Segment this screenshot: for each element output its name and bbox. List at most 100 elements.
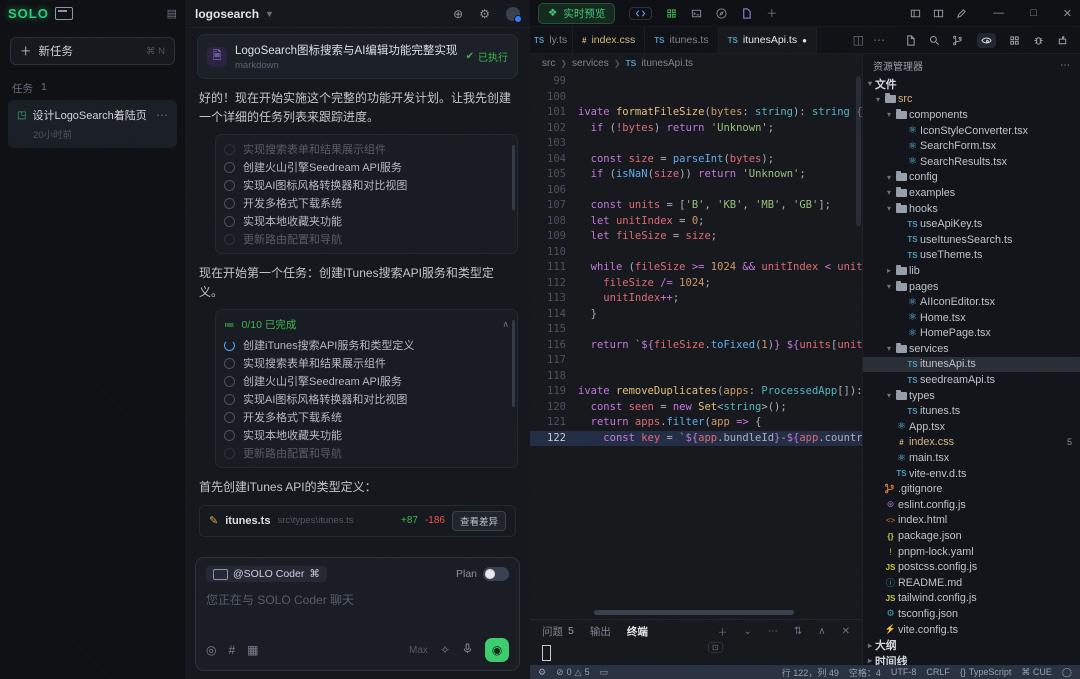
- conversation-title[interactable]: logosearch: [195, 7, 259, 21]
- mic-icon[interactable]: [462, 643, 473, 657]
- robot-icon[interactable]: [1057, 35, 1068, 46]
- grid-icon[interactable]: [1009, 35, 1020, 46]
- bug-icon[interactable]: [1033, 35, 1044, 46]
- encoding[interactable]: UTF-8: [891, 667, 917, 677]
- artifact-card[interactable]: 🗎 LogoSearch图标搜索与AI编辑功能完整实现方案 markdown ✔…: [197, 34, 518, 79]
- sparkle-icon[interactable]: ✧: [440, 643, 450, 657]
- tree-item-pnpm-lock.yaml[interactable]: !pnpm-lock.yaml: [863, 544, 1080, 560]
- tree-item-examples[interactable]: ▾examples: [863, 185, 1080, 201]
- pen-icon[interactable]: [956, 8, 967, 19]
- tree-item-index.css[interactable]: #index.css5: [863, 435, 1080, 451]
- tree-item-package.json[interactable]: {}package.json: [863, 528, 1080, 544]
- chat-scroll-area[interactable]: 🗎 LogoSearch图标搜索与AI编辑功能完整实现方案 markdown ✔…: [185, 28, 530, 549]
- remote-icon[interactable]: ⚙: [538, 667, 546, 678]
- terminal-view[interactable]: ⊡: [530, 642, 862, 666]
- tree-item-tsconfig.json[interactable]: ⚙tsconfig.json: [863, 606, 1080, 622]
- tree-item-postcss.config.js[interactable]: JSpostcss.config.js: [863, 559, 1080, 575]
- hash-icon[interactable]: #: [228, 643, 235, 657]
- cursor-position[interactable]: 行 122，列 49: [782, 666, 839, 679]
- more-actions-icon[interactable]: ⋯: [873, 33, 885, 47]
- tree-item-index.html[interactable]: <>index.html: [863, 513, 1080, 529]
- breadcrumb[interactable]: src❯services❯TSitunesApi.ts: [530, 54, 862, 72]
- tree-item-App.tsx[interactable]: ⚛App.tsx: [863, 419, 1080, 435]
- new-task-button[interactable]: ＋ 新任务 ⌘ N: [10, 37, 175, 65]
- tree-item-pages[interactable]: ▾pages: [863, 279, 1080, 295]
- tree-item-.gitignore[interactable]: .gitignore: [863, 481, 1080, 497]
- card-scrollbar[interactable]: [512, 320, 515, 406]
- maximize-button[interactable]: □: [1030, 7, 1037, 19]
- panel-tab-终端[interactable]: 终端: [627, 624, 648, 639]
- git-branch-icon[interactable]: [953, 35, 964, 46]
- ports-icon[interactable]: ▭: [600, 667, 609, 678]
- tree-item-vite-env.d.ts[interactable]: TSvite-env.d.ts: [863, 466, 1080, 482]
- tree-item-config[interactable]: ▾config: [863, 170, 1080, 186]
- stop-send-button[interactable]: ◉: [485, 638, 509, 662]
- new-chat-icon[interactable]: ⊕: [453, 7, 463, 21]
- editor-tab-itunesApi.ts[interactable]: TSitunesApi.ts●: [719, 27, 817, 53]
- collapse-sidebar-icon[interactable]: ▤: [167, 7, 177, 20]
- panel-handle-icon[interactable]: ⊡: [708, 642, 723, 653]
- chat-input-placeholder[interactable]: 您正在与 SOLO Coder 聊天: [206, 591, 509, 638]
- tree-item-文件[interactable]: ▾文件: [863, 76, 1080, 92]
- close-button[interactable]: ✕: [1063, 7, 1072, 20]
- tree-item-services[interactable]: ▾services: [863, 341, 1080, 357]
- plan-toggle[interactable]: [483, 567, 509, 581]
- tree-item-components[interactable]: ▾components: [863, 107, 1080, 123]
- agent-chip[interactable]: @SOLO Coder ⌘: [206, 566, 327, 582]
- dropdown-icon[interactable]: ⌄: [744, 626, 752, 637]
- bell-icon[interactable]: ◯: [1062, 667, 1072, 678]
- more-icon[interactable]: ⋯: [768, 626, 778, 637]
- close-panel-icon[interactable]: ✕: [842, 626, 850, 637]
- split-editor-icon[interactable]: ◫: [853, 33, 864, 47]
- breadcrumb-item[interactable]: src: [542, 58, 555, 69]
- tree-item-seedreamApi.ts[interactable]: TSseedreamApi.ts: [863, 372, 1080, 388]
- tree-item-大纲[interactable]: ▸大纲: [863, 637, 1080, 653]
- tree-item-AIIconEditor.tsx[interactable]: ⚛AIIconEditor.tsx: [863, 294, 1080, 310]
- layout-split-icon[interactable]: [933, 8, 944, 19]
- indentation[interactable]: 空格：4: [849, 666, 881, 679]
- file-purple-icon[interactable]: [741, 8, 752, 19]
- editor-tab-itunes.ts[interactable]: TSitunes.ts: [645, 27, 718, 53]
- max-mode-label[interactable]: Max: [409, 645, 428, 656]
- image-attach-icon[interactable]: ▦: [247, 643, 258, 657]
- breadcrumb-item[interactable]: services: [572, 58, 609, 69]
- layout-icon[interactable]: [910, 8, 921, 19]
- breadcrumb-item[interactable]: itunesApi.ts: [641, 58, 693, 69]
- cue-shortcut[interactable]: ⌘ CUE: [1021, 667, 1052, 678]
- new-file-icon[interactable]: [905, 35, 916, 46]
- tree-item-useItunesSearch.ts[interactable]: TSuseItunesSearch.ts: [863, 232, 1080, 248]
- todo-progress-header[interactable]: ≔ 0/10 已完成 ∧: [224, 315, 509, 336]
- language-mode[interactable]: {}TypeScript: [960, 667, 1012, 677]
- compass-icon[interactable]: [716, 8, 727, 19]
- tree-item-main.tsx[interactable]: ⚛main.tsx: [863, 450, 1080, 466]
- task-more-icon[interactable]: ⋯: [156, 108, 168, 122]
- editor-tab-ly.ts[interactable]: TSly.ts: [530, 27, 573, 53]
- gear-icon[interactable]: ⚙: [479, 7, 490, 21]
- file-change-row-itunes[interactable]: ✎ itunes.ts src\types\itunes.ts +87 -186…: [199, 505, 516, 537]
- problems-status[interactable]: ⊘0 △5: [556, 667, 590, 678]
- chat-input-card[interactable]: @SOLO Coder ⌘ Plan 您正在与 SOLO Coder 聊天 ◎ …: [195, 557, 520, 671]
- tree-item-vite.config.ts[interactable]: ⚡vite.config.ts: [863, 622, 1080, 638]
- add-terminal-icon[interactable]: ＋: [718, 624, 728, 639]
- tree-item-tailwind.config.js[interactable]: JStailwind.config.js: [863, 591, 1080, 607]
- tree-item-src[interactable]: ▾src: [863, 92, 1080, 108]
- tree-item-useTheme.ts[interactable]: TSuseTheme.ts: [863, 248, 1080, 264]
- search-icon[interactable]: [929, 35, 940, 46]
- tree-item-IconStyleConverter.tsx[interactable]: ⚛IconStyleConverter.tsx: [863, 123, 1080, 139]
- tree-item-SearchResults.tsx[interactable]: ⚛SearchResults.tsx: [863, 154, 1080, 170]
- view-diff-button[interactable]: 查看差异: [452, 511, 506, 531]
- maximize-panel-icon[interactable]: ∧: [818, 626, 825, 637]
- card-scrollbar[interactable]: [512, 145, 515, 210]
- horizontal-scrollbar[interactable]: [536, 610, 856, 617]
- tree-item-lib[interactable]: ▸lib: [863, 263, 1080, 279]
- tree-item-itunesApi.ts[interactable]: TSitunesApi.ts: [863, 357, 1080, 373]
- profile-avatar[interactable]: [506, 7, 520, 21]
- tree-item-README.md[interactable]: ⓘREADME.md: [863, 575, 1080, 591]
- mention-icon[interactable]: ◎: [206, 643, 216, 657]
- live-preview-tab[interactable]: ❖ 实时预览: [538, 3, 615, 24]
- add-tab-icon[interactable]: ＋: [766, 5, 777, 21]
- code-tag-icon[interactable]: [629, 7, 652, 20]
- apps-icon[interactable]: [666, 8, 677, 19]
- tree-item-itunes.ts[interactable]: TSitunes.ts: [863, 403, 1080, 419]
- tree-item-SearchForm.tsx[interactable]: ⚛SearchForm.tsx: [863, 138, 1080, 154]
